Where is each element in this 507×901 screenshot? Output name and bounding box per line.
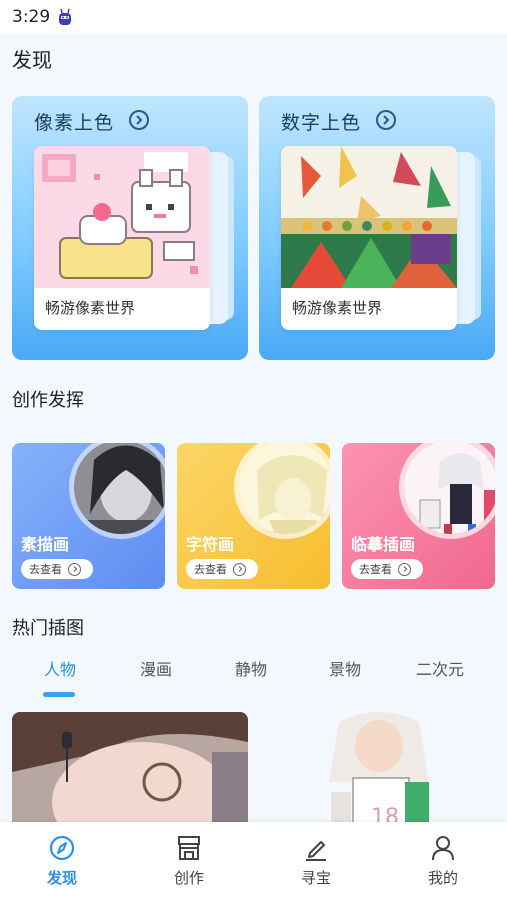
android-bot-icon — [59, 8, 72, 25]
arrow-circle-right-icon — [233, 562, 246, 576]
pixel-art-image — [34, 146, 210, 288]
sketch-card[interactable]: 素描画 去查看 — [12, 443, 165, 589]
create-section-title: 创作发挥 — [12, 390, 84, 411]
nav-discover-label: 发现 — [46, 869, 77, 887]
active-tab-indicator — [43, 692, 75, 697]
tab-anime[interactable]: 二次元 — [392, 656, 488, 680]
tab-comics[interactable]: 漫画 — [108, 656, 204, 680]
trace-illustration-card[interactable]: 临摹插画 去查看 — [342, 443, 495, 589]
category-tabs: 人物 漫画 静物 景物 二次元 — [0, 656, 507, 700]
number-preview-label: 畅游像素世界 — [292, 299, 383, 317]
trace-illustration-thumbnail — [399, 443, 495, 539]
ascii-art-card[interactable]: 字符画 去查看 — [177, 443, 330, 589]
store-icon — [178, 836, 200, 860]
status-time: 3:29 — [12, 7, 51, 27]
tab-still-life[interactable]: 静物 — [203, 656, 299, 680]
tab-people[interactable]: 人物 — [12, 656, 108, 680]
arrow-circle-right-icon — [398, 562, 411, 576]
sketch-view-button[interactable]: 去查看 — [21, 559, 93, 579]
sketch-thumbnail — [69, 443, 165, 539]
tab-scenery[interactable]: 景物 — [297, 656, 393, 680]
pixel-coloring-card[interactable]: 像素上色 畅游像素世界 — [12, 96, 248, 360]
arrow-circle-right-icon[interactable] — [129, 110, 149, 130]
number-coloring-title: 数字上色 — [281, 112, 362, 134]
pixel-preview-label: 畅游像素世界 — [45, 299, 136, 317]
pixel-coloring-title: 像素上色 — [34, 112, 115, 134]
nav-profile[interactable]: 我的 — [403, 834, 483, 888]
number-art-image — [281, 146, 457, 288]
arrow-circle-right-icon — [68, 562, 81, 576]
pixel-preview[interactable]: 畅游像素世界 — [34, 146, 210, 330]
nav-discover[interactable]: 发现 — [22, 834, 102, 888]
trace-illustration-view-button[interactable]: 去查看 — [351, 559, 423, 579]
gallery-image-portrait[interactable] — [12, 712, 248, 832]
number-coloring-card[interactable]: 数字上色 畅游像素世界 — [259, 96, 495, 360]
nav-create-label: 创作 — [173, 869, 204, 887]
pen-icon — [306, 841, 326, 861]
trace-illustration-view-label: 去查看 — [359, 563, 392, 576]
arrow-circle-right-icon[interactable] — [376, 110, 396, 130]
sketch-card-title: 素描画 — [21, 535, 70, 554]
ascii-art-thumbnail — [234, 443, 330, 539]
bottom-navigation: 发现 创作 寻宝 我的 — [0, 822, 507, 901]
hot-section-title: 热门插图 — [12, 618, 84, 639]
sketch-view-label: 去查看 — [29, 563, 62, 576]
number-preview[interactable]: 畅游像素世界 — [281, 146, 457, 330]
user-icon — [432, 836, 454, 861]
nav-profile-label: 我的 — [427, 869, 458, 887]
nav-treasure-label: 寻宝 — [300, 869, 331, 887]
ascii-art-view-label: 去查看 — [194, 563, 227, 576]
nav-create[interactable]: 创作 — [149, 834, 229, 888]
gallery-image-anime-girl[interactable]: 18 — [259, 712, 495, 832]
page-title: 发现 — [12, 48, 52, 72]
status-bar: 3:29 — [0, 0, 507, 34]
nav-treasure[interactable]: 寻宝 — [276, 834, 356, 888]
ascii-art-view-button[interactable]: 去查看 — [186, 559, 258, 579]
compass-icon — [49, 835, 75, 861]
trace-illustration-card-title: 临摹插画 — [351, 535, 416, 554]
ascii-art-card-title: 字符画 — [186, 535, 235, 554]
